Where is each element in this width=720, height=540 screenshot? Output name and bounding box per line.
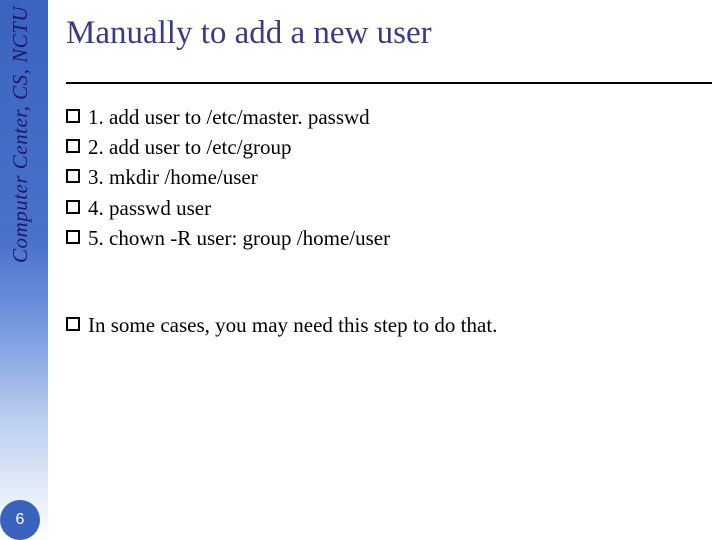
list-item: 2. add user to /etc/group [66, 132, 710, 162]
list-item-text: 2. add user to /etc/group [88, 132, 292, 162]
title-underline [66, 82, 712, 84]
list-item: In some cases, you may need this step to… [66, 310, 710, 340]
bullet-icon [66, 169, 80, 183]
spacer [66, 254, 710, 310]
list-item: 5. chown -R user: group /home/user [66, 223, 710, 253]
slide-title: Manually to add a new user [66, 14, 710, 54]
slide: Computer Center, CS, NCTU Manually to ad… [0, 0, 720, 540]
bullet-icon [66, 200, 80, 214]
sidebar-label: Computer Center, CS, NCTU [8, 6, 33, 263]
note-text: In some cases, you may need this step to… [88, 310, 497, 340]
page-number-badge: 6 [0, 500, 40, 540]
bullet-icon [66, 139, 80, 153]
slide-body: 1. add user to /etc/master. passwd 2. ad… [66, 102, 710, 341]
content-area: Manually to add a new user 1. add user t… [66, 0, 710, 540]
list-item-text: 1. add user to /etc/master. passwd [88, 102, 370, 132]
list-item: 3. mkdir /home/user [66, 162, 710, 192]
sidebar: Computer Center, CS, NCTU [0, 0, 48, 540]
list-item: 4. passwd user [66, 193, 710, 223]
list-item: 1. add user to /etc/master. passwd [66, 102, 710, 132]
page-number: 6 [16, 511, 25, 529]
bullet-icon [66, 317, 80, 331]
list-item-text: 5. chown -R user: group /home/user [88, 223, 390, 253]
bullet-icon [66, 109, 80, 123]
list-item-text: 3. mkdir /home/user [88, 162, 258, 192]
bullet-icon [66, 230, 80, 244]
list-item-text: 4. passwd user [88, 193, 211, 223]
